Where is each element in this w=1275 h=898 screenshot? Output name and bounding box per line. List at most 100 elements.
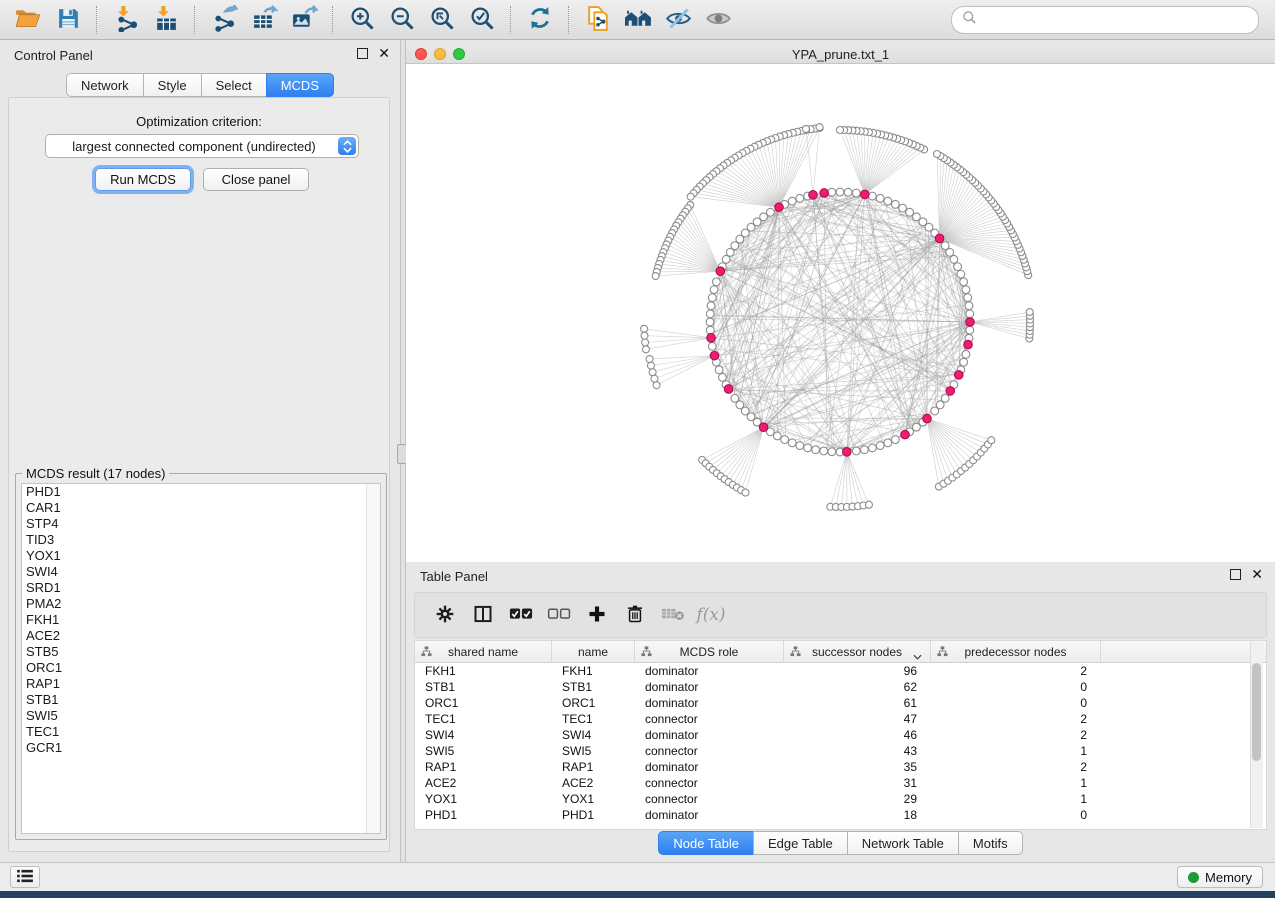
network-node[interactable] bbox=[788, 197, 796, 205]
network-node[interactable] bbox=[710, 286, 718, 294]
network-node[interactable] bbox=[742, 489, 749, 496]
network-node[interactable] bbox=[884, 439, 892, 447]
mcds-result-item[interactable]: RAP1 bbox=[22, 676, 380, 692]
mcds-hub-node[interactable] bbox=[724, 385, 733, 394]
network-node[interactable] bbox=[804, 444, 812, 452]
network-node[interactable] bbox=[646, 356, 653, 363]
network-node[interactable] bbox=[852, 447, 860, 455]
mcds-result-item[interactable]: SWI5 bbox=[22, 708, 380, 724]
network-node[interactable] bbox=[868, 444, 876, 452]
close-panel-button[interactable]: Close panel bbox=[203, 168, 309, 191]
network-node[interactable] bbox=[706, 326, 714, 334]
network-node[interactable] bbox=[891, 200, 899, 208]
mcds-result-item[interactable]: SWI4 bbox=[22, 564, 380, 580]
network-node[interactable] bbox=[641, 325, 648, 332]
mcds-hub-node[interactable] bbox=[901, 430, 910, 439]
function-builder-button[interactable]: f(x) bbox=[695, 599, 727, 631]
import-network-button[interactable] bbox=[106, 2, 146, 38]
mcds-result-item[interactable]: PMA2 bbox=[22, 596, 380, 612]
network-node[interactable] bbox=[934, 150, 941, 157]
memory-button[interactable]: Memory bbox=[1177, 866, 1263, 888]
search-box[interactable] bbox=[951, 6, 1259, 34]
network-node[interactable] bbox=[796, 194, 804, 202]
first-neighbors-button[interactable] bbox=[618, 2, 658, 38]
mcds-result-item[interactable]: STP4 bbox=[22, 516, 380, 532]
network-node[interactable] bbox=[876, 442, 884, 450]
table-row[interactable]: STB1STB1dominator620 bbox=[415, 679, 1266, 695]
network-node[interactable] bbox=[812, 446, 820, 454]
column-header-predecessor-nodes[interactable]: predecessor nodes bbox=[931, 641, 1101, 662]
network-node[interactable] bbox=[962, 286, 970, 294]
unselect-all-columns-button[interactable] bbox=[543, 599, 575, 631]
network-node[interactable] bbox=[960, 278, 968, 286]
show-all-button[interactable] bbox=[698, 2, 738, 38]
network-node[interactable] bbox=[906, 208, 914, 216]
mcds-hub-node[interactable] bbox=[716, 267, 725, 276]
mcds-hub-node[interactable] bbox=[707, 334, 716, 343]
open-file-button[interactable] bbox=[8, 2, 48, 38]
network-node[interactable] bbox=[941, 242, 949, 250]
network-node[interactable] bbox=[954, 263, 962, 271]
mcds-hub-node[interactable] bbox=[923, 414, 932, 423]
column-header-shared-name[interactable]: shared name bbox=[415, 641, 552, 662]
mcds-hub-node[interactable] bbox=[710, 351, 719, 360]
table-row[interactable]: ORC1ORC1dominator610 bbox=[415, 695, 1266, 711]
table-row[interactable]: RAP1RAP1dominator352 bbox=[415, 759, 1266, 775]
mcds-result-item[interactable]: YOX1 bbox=[22, 548, 380, 564]
network-node[interactable] bbox=[802, 125, 809, 132]
import-table-button[interactable] bbox=[146, 2, 186, 38]
table-row[interactable]: SWI5SWI5connector431 bbox=[415, 743, 1266, 759]
tab-mcds[interactable]: MCDS bbox=[266, 73, 334, 97]
mcds-hub-node[interactable] bbox=[809, 191, 818, 200]
table-row[interactable]: FKH1FKH1dominator962 bbox=[415, 663, 1266, 679]
network-node[interactable] bbox=[836, 188, 844, 196]
export-table-button[interactable] bbox=[244, 2, 284, 38]
network-node[interactable] bbox=[642, 339, 649, 346]
network-node[interactable] bbox=[966, 310, 974, 318]
network-node[interactable] bbox=[718, 373, 726, 381]
optimization-criterion-select[interactable]: largest connected component (undirected) bbox=[45, 134, 359, 158]
network-node[interactable] bbox=[649, 369, 656, 376]
network-node[interactable] bbox=[707, 302, 715, 310]
mcds-result-list[interactable]: PHD1CAR1STP4TID3YOX1SWI4SRD1PMA2FKH1ACE2… bbox=[21, 483, 381, 834]
network-node[interactable] bbox=[712, 278, 720, 286]
network-node[interactable] bbox=[820, 447, 828, 455]
network-node[interactable] bbox=[844, 188, 852, 196]
network-node[interactable] bbox=[852, 189, 860, 197]
network-node[interactable] bbox=[647, 362, 654, 369]
mcds-hub-node[interactable] bbox=[843, 448, 852, 457]
mcds-result-item[interactable]: ACE2 bbox=[22, 628, 380, 644]
mcds-result-item[interactable]: FKH1 bbox=[22, 612, 380, 628]
table-row[interactable]: ACE2ACE2connector311 bbox=[415, 775, 1266, 791]
mcds-hub-node[interactable] bbox=[966, 318, 975, 327]
delete-column-button[interactable] bbox=[619, 599, 651, 631]
table-row[interactable]: TEC1TEC1connector472 bbox=[415, 711, 1266, 727]
float-panel-icon[interactable] bbox=[357, 48, 368, 59]
network-node[interactable] bbox=[706, 310, 714, 318]
mcds-result-item[interactable]: TID3 bbox=[22, 532, 380, 548]
table-row[interactable]: PHD1PHD1dominator180 bbox=[415, 807, 1266, 823]
mcds-result-item[interactable]: ORC1 bbox=[22, 660, 380, 676]
mcds-hub-node[interactable] bbox=[775, 203, 784, 212]
network-node[interactable] bbox=[899, 204, 907, 212]
network-node[interactable] bbox=[726, 248, 734, 256]
network-node[interactable] bbox=[652, 273, 659, 280]
tab-style[interactable]: Style bbox=[143, 73, 201, 97]
mcds-result-item[interactable]: SRD1 bbox=[22, 580, 380, 596]
mcds-result-item[interactable]: STB5 bbox=[22, 644, 380, 660]
network-node[interactable] bbox=[641, 332, 648, 339]
export-network-button[interactable] bbox=[204, 2, 244, 38]
close-panel-icon[interactable]: ✕ bbox=[1251, 569, 1263, 580]
network-node[interactable] bbox=[884, 197, 892, 205]
mcds-result-item[interactable]: GCR1 bbox=[22, 740, 380, 756]
network-node[interactable] bbox=[816, 124, 823, 131]
close-panel-icon[interactable]: ✕ bbox=[378, 48, 390, 59]
mcds-result-item[interactable]: CAR1 bbox=[22, 500, 380, 516]
network-node[interactable] bbox=[962, 350, 970, 358]
table-row[interactable]: YOX1YOX1connector291 bbox=[415, 791, 1266, 807]
network-node[interactable] bbox=[788, 439, 796, 447]
zoom-out-button[interactable] bbox=[382, 2, 422, 38]
tab-edge-table[interactable]: Edge Table bbox=[753, 831, 847, 855]
refresh-view-button[interactable] bbox=[520, 2, 560, 38]
network-node[interactable] bbox=[687, 193, 694, 200]
